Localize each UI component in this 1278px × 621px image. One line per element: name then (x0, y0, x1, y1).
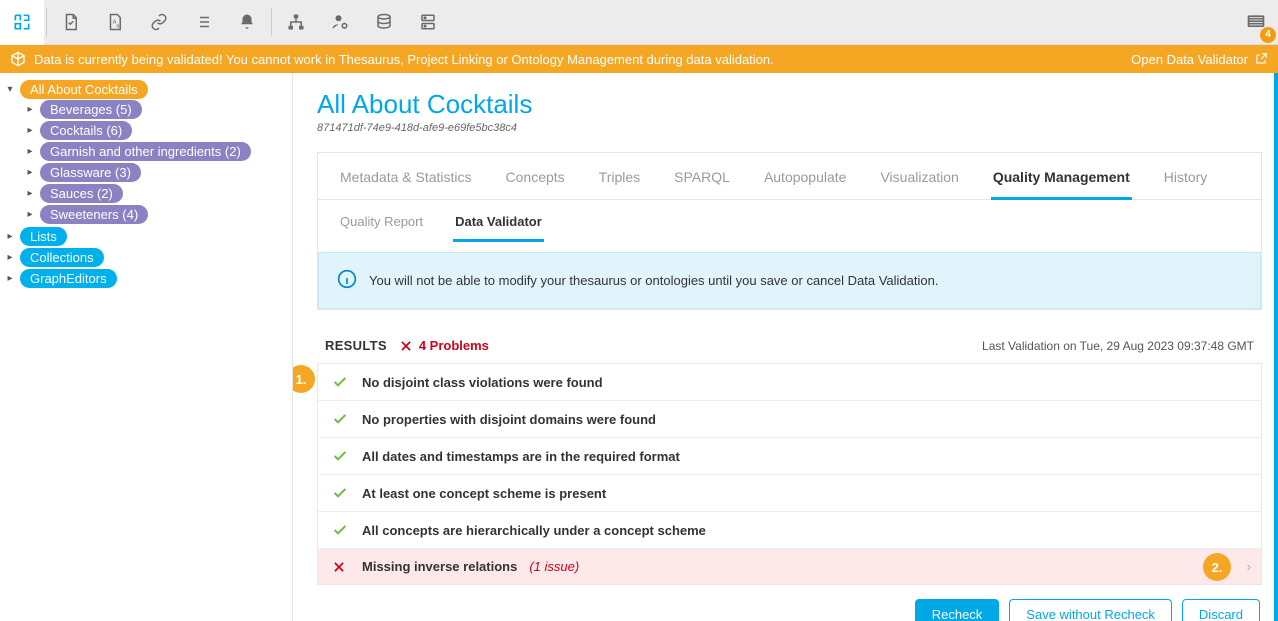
results-timestamp: Last Validation on Tue, 29 Aug 2023 09:3… (982, 339, 1254, 353)
tree-other[interactable]: GraphEditors (20, 269, 117, 288)
main-tabs: Metadata & Statistics Concepts Triples S… (318, 153, 1261, 200)
tab-triples[interactable]: Triples (597, 163, 643, 199)
svg-text:B: B (117, 23, 120, 28)
warning-text: Data is currently being validated! You c… (34, 52, 774, 67)
new-doc-icon[interactable] (49, 0, 93, 45)
chevron-right-icon: › (1247, 559, 1251, 574)
results-header: RESULTS 4 Problems Last Validation on Tu… (317, 324, 1262, 363)
tree-toggle[interactable]: ▸ (24, 125, 36, 137)
tree-child[interactable]: Sweeteners (4) (40, 205, 148, 224)
info-box: You will not be able to modify your thes… (318, 252, 1261, 309)
external-link-icon (1254, 52, 1268, 66)
notify-badge: 4 (1260, 27, 1276, 43)
user-gear-icon[interactable] (318, 0, 362, 45)
info-text: You will not be able to modify your thes… (369, 273, 938, 288)
tree-toggle[interactable]: ▸ (4, 252, 16, 264)
check-icon (332, 411, 350, 427)
annotation-1: 1. (293, 365, 315, 393)
x-icon (399, 339, 413, 353)
subtab-data-validator[interactable]: Data Validator (453, 210, 544, 242)
tree-other[interactable]: Lists (20, 227, 67, 246)
bell-icon[interactable] (225, 0, 269, 45)
top-toolbar: AB 4 (0, 0, 1278, 45)
result-row[interactable]: At least one concept scheme is present (318, 475, 1261, 512)
messages-icon[interactable]: 4 (1234, 0, 1278, 45)
sub-tabs: Quality Report Data Validator (318, 200, 1261, 242)
button-row: Recheck Save without Recheck Discard (317, 585, 1262, 621)
tree-toggle[interactable]: ▸ (24, 104, 36, 116)
tree-toggle[interactable]: ▸ (24, 188, 36, 200)
home-icon[interactable] (0, 0, 44, 45)
tab-history[interactable]: History (1162, 163, 1210, 199)
tree-child[interactable]: Sauces (2) (40, 184, 123, 203)
results-label: RESULTS (325, 338, 387, 353)
tab-autopopulate[interactable]: Autopopulate (762, 163, 849, 199)
result-row[interactable]: All dates and timestamps are in the requ… (318, 438, 1261, 475)
tree-root[interactable]: All About Cocktails (20, 80, 148, 99)
tree-toggle[interactable]: ▸ (4, 273, 16, 285)
result-row[interactable]: No disjoint class violations were found (318, 364, 1261, 401)
x-icon (332, 560, 350, 574)
page-title: All About Cocktails (317, 89, 1262, 120)
check-icon (332, 485, 350, 501)
sidebar-tree: ▾ All About Cocktails ▸ Beverages (5) ▸ Co… (0, 73, 292, 621)
tree-other[interactable]: Collections (20, 248, 104, 267)
tree-child[interactable]: Cocktails (6) (40, 121, 132, 140)
results-list: No disjoint class violations were found … (317, 363, 1262, 585)
database-icon[interactable] (362, 0, 406, 45)
save-without-recheck-button[interactable]: Save without Recheck (1009, 599, 1172, 621)
result-row[interactable]: All concepts are hierarchically under a … (318, 512, 1261, 549)
right-scroll-indicator (1274, 73, 1278, 621)
discard-button[interactable]: Discard (1182, 599, 1260, 621)
link-icon[interactable] (137, 0, 181, 45)
page-uuid: 871471df-74e9-418d-afe9-e69fe5bc38c4 (317, 122, 1262, 134)
doc-ab-icon[interactable]: AB (93, 0, 137, 45)
open-validator-link[interactable]: Open Data Validator (1131, 52, 1268, 67)
check-icon (332, 522, 350, 538)
tab-concepts[interactable]: Concepts (504, 163, 567, 199)
tree-toggle[interactable]: ▾ (4, 84, 16, 96)
result-row[interactable]: No properties with disjoint domains were… (318, 401, 1261, 438)
check-icon (332, 374, 350, 390)
tree-child[interactable]: Glassware (3) (40, 163, 141, 182)
tree-toggle[interactable]: ▸ (4, 231, 16, 243)
cube-icon (10, 51, 26, 67)
info-icon (337, 269, 357, 292)
tab-quality-management[interactable]: Quality Management (991, 163, 1132, 200)
check-icon (332, 448, 350, 464)
tree-child[interactable]: Beverages (5) (40, 100, 142, 119)
server-icon[interactable] (406, 0, 450, 45)
subtab-quality-report[interactable]: Quality Report (338, 210, 425, 242)
tree-toggle[interactable]: ▸ (24, 209, 36, 221)
validation-warning-bar: Data is currently being validated! You c… (0, 45, 1278, 73)
results-problems: 4 Problems (399, 338, 489, 353)
tab-visualization[interactable]: Visualization (878, 163, 960, 199)
result-row-error[interactable]: Missing inverse relations (1 issue) › 2. (318, 549, 1261, 584)
list-icon[interactable] (181, 0, 225, 45)
tab-metadata[interactable]: Metadata & Statistics (338, 163, 474, 199)
recheck-button[interactable]: Recheck (915, 599, 1000, 621)
tree-child[interactable]: Garnish and other ingredients (2) (40, 142, 251, 161)
hierarchy-icon[interactable] (274, 0, 318, 45)
tab-sparql[interactable]: SPARQL (672, 163, 732, 199)
content-panel: All About Cocktails 871471df-74e9-418d-a… (293, 73, 1278, 621)
tree-toggle[interactable]: ▸ (24, 167, 36, 179)
annotation-2: 2. (1203, 553, 1231, 581)
tree-toggle[interactable]: ▸ (24, 146, 36, 158)
